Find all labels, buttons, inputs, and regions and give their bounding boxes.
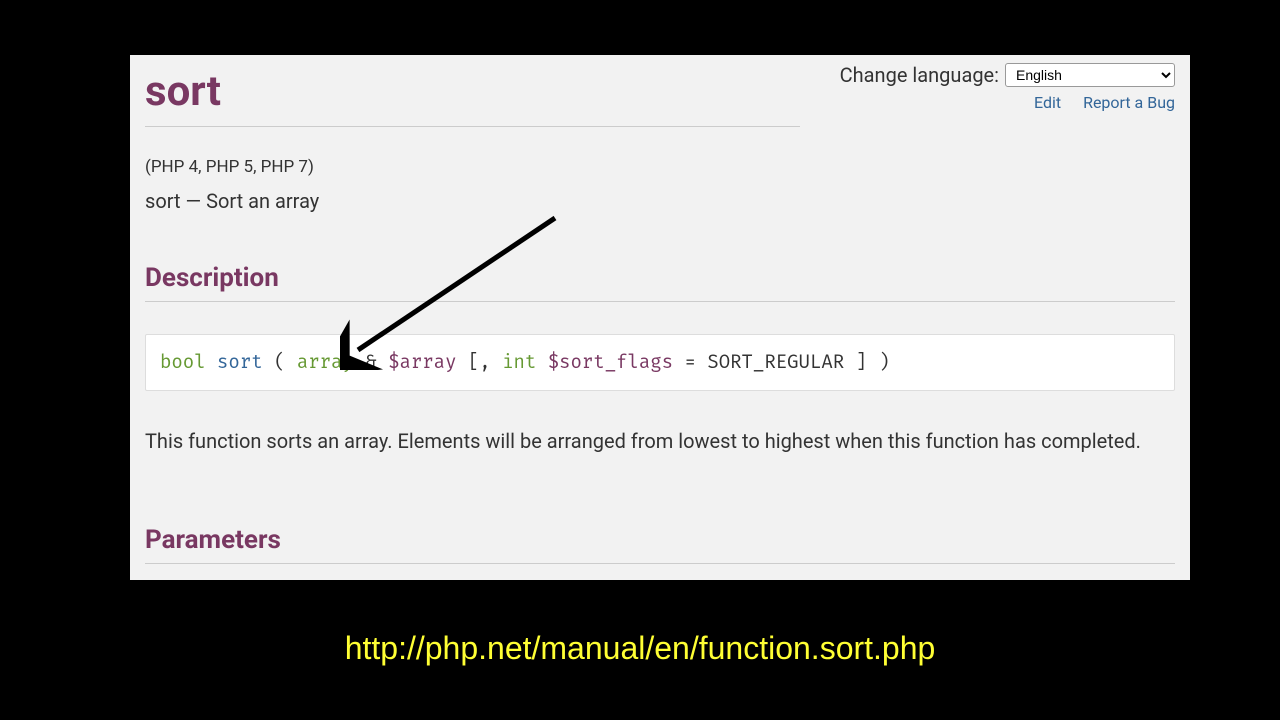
sig-param1-type: array [297,351,354,374]
sig-open-paren: ( [274,351,297,374]
report-bug-link[interactable]: Report a Bug [1083,93,1175,112]
edit-link[interactable]: Edit [1034,93,1061,112]
sig-close-paren: ) [878,351,889,374]
parameters-heading: Parameters [145,455,1175,564]
action-links: Edit Report a Bug [840,93,1175,112]
language-row: Change language: English [840,63,1175,87]
description-heading: Description [145,213,1175,302]
sig-function-name: sort [217,351,263,374]
summary-separator: — [181,189,207,213]
sig-param2-eq: = [685,351,708,374]
source-url-caption: http://php.net/manual/en/function.sort.p… [0,630,1280,667]
summary-desc: Sort an array [206,189,319,213]
function-summary: sort — Sort an array [145,189,1175,213]
page-title: sort [145,55,800,127]
sig-opt-open: [, [468,351,502,374]
sig-param2-default: SORT_REGULAR [707,351,844,374]
sig-param1-ref: & [365,351,376,374]
top-controls: Change language: English Edit Report a B… [840,63,1175,112]
language-label: Change language: [840,63,999,87]
language-select[interactable]: English [1005,63,1175,87]
sig-param2-var: $sort_flags [548,351,673,374]
description-text: This function sorts an array. Elements w… [145,427,1175,455]
version-info: (PHP 4, PHP 5, PHP 7) [145,157,1175,177]
sig-param1-var: $array [388,351,456,374]
summary-name: sort [145,189,181,213]
function-signature: bool sort ( array & $array [, int $sort_… [145,334,1175,391]
sig-return-type: bool [160,351,206,374]
doc-panel: Change language: English Edit Report a B… [130,55,1190,580]
sig-param2-type: int [502,351,536,374]
sig-opt-close: ] [856,351,879,374]
